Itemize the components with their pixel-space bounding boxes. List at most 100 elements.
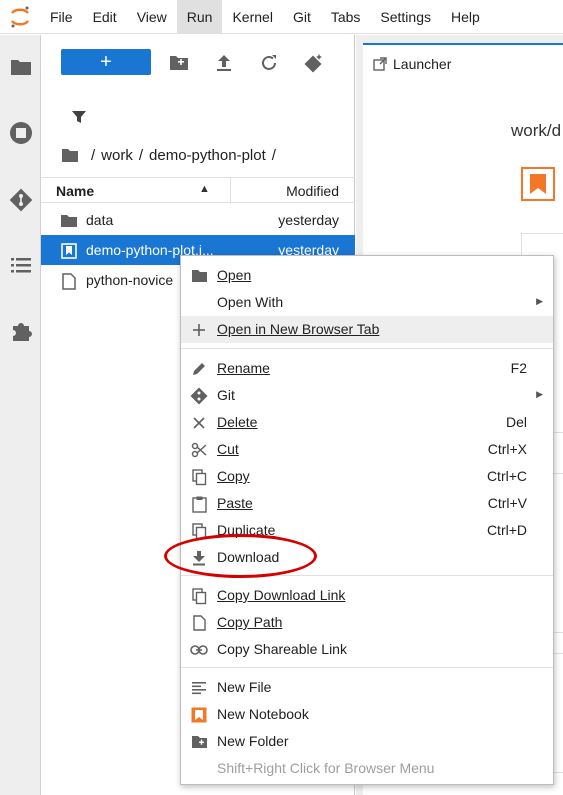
menu-item-cut[interactable]: Cut Ctrl+X [181,436,553,463]
menu-item-label: Git [217,387,235,403]
refresh-icon[interactable] [257,51,281,75]
menu-item-label: Copy [217,468,250,484]
activity-bar [0,35,41,795]
new-launcher-button[interactable]: + [61,49,151,75]
menu-item-label: Copy Shareable Link [217,641,347,657]
menu-item-label: Rename [217,360,270,376]
scissors-icon [190,441,208,459]
menu-git[interactable]: Git [283,0,321,34]
tab-launcher[interactable]: Launcher [363,43,563,83]
link-icon [190,641,208,659]
menu-item-rename[interactable]: Rename F2 [181,355,553,382]
menu-item-git[interactable]: Git ▶ [181,382,553,409]
breadcrumb-demo-python-plot[interactable]: demo-python-plot [149,147,266,164]
breadcrumb-separator: / [271,146,276,164]
menu-item-label: Open With [217,294,284,310]
menu-item-label: Copy Download Link [217,587,346,603]
text-file-icon [190,679,208,697]
copy-icon [190,587,208,605]
file-name: data [86,212,114,228]
extension-puzzle-icon[interactable] [0,311,41,351]
upload-icon[interactable] [212,51,236,75]
menu-kernel[interactable]: Kernel [222,0,282,34]
notebook-icon [60,242,78,260]
folder-icon [190,267,208,285]
column-divider[interactable] [230,178,231,204]
menu-view[interactable]: View [127,0,177,34]
menu-item-label: New Folder [217,733,289,749]
git-icon [190,387,208,405]
plus-icon: + [100,51,112,73]
file-row-data[interactable]: data yesterday [41,205,355,235]
menu-item-label: Open in New Browser Tab [217,321,380,337]
name-column-header[interactable]: Name [56,183,94,199]
table-of-contents-icon[interactable] [0,245,41,285]
menu-item-copy-download-link[interactable]: Copy Download Link [181,582,553,609]
copy-icon [190,468,208,486]
menu-item-browser-menu-hint: Shift+Right Click for Browser Menu [181,755,553,782]
git-clone-icon[interactable] [302,51,326,75]
file-list-header: Name ▲ Modified [41,177,355,204]
highlight-annotation [164,534,317,578]
menu-separator [181,667,553,668]
menu-help[interactable]: Help [441,0,490,34]
menu-settings[interactable]: Settings [370,0,441,34]
plus-icon [190,321,208,339]
file-modified: yesterday [278,212,339,228]
menu-item-label: Cut [217,441,239,457]
menu-item-shortcut: Ctrl+X [487,441,527,457]
breadcrumb-work[interactable]: work [101,147,133,164]
menu-item-new-notebook[interactable]: New Notebook [181,701,553,728]
menu-item-shortcut: Del [505,414,527,430]
menu-item-open-with[interactable]: Open With ▶ [181,289,553,316]
menubar: File Edit View Run Kernel Git Tabs Setti… [0,0,563,34]
tab-label: Launcher [393,56,452,72]
menu-item-open[interactable]: Open [181,262,553,289]
menu-item-copy[interactable]: Copy Ctrl+C [181,463,553,490]
sort-ascending-icon[interactable]: ▲ [199,183,210,195]
menu-item-label: Delete [217,414,258,430]
menu-item-paste[interactable]: Paste Ctrl+V [181,490,553,517]
launcher-path: work/d [511,121,562,140]
pencil-icon [190,360,208,378]
menu-item-shortcut: Ctrl+D [486,522,527,538]
filter-icon[interactable] [67,105,91,129]
context-menu: Open Open With ▶ Open in New Browser Tab… [180,255,554,785]
menu-item-shortcut: Ctrl+C [486,468,527,484]
new-folder-icon[interactable] [167,51,191,75]
menu-item-copy-path[interactable]: Copy Path [181,609,553,636]
file-browser-toolbar: + [41,47,355,79]
menu-item-label: Paste [217,495,253,511]
breadcrumb-separator: / [91,146,96,164]
file-icon [60,272,78,290]
menu-tabs[interactable]: Tabs [321,0,371,34]
menu-item-open-in-new-browser-tab[interactable]: Open in New Browser Tab [181,316,553,343]
git-icon[interactable] [0,180,41,220]
menu-item-new-folder[interactable]: New Folder [181,728,553,755]
menu-item-label: New Notebook [217,706,309,722]
breadcrumb: / work / demo-python-plot / [61,143,282,167]
menu-item-delete[interactable]: Delete Del [181,409,553,436]
menu-item-new-file[interactable]: New File [181,674,553,701]
menu-separator [181,348,553,349]
paste-icon [190,495,208,513]
modified-column-header[interactable]: Modified [286,183,339,199]
menu-item-shortcut: Ctrl+V [487,495,527,511]
menu-edit[interactable]: Edit [83,0,127,34]
folder-icon [60,212,78,230]
file-name: python-novice [86,272,174,288]
jupyter-logo-icon[interactable] [0,0,40,34]
folder-icon[interactable] [0,47,41,87]
stop-circle-icon[interactable] [0,113,41,153]
menu-run[interactable]: Run [176,0,223,34]
submenu-arrow-icon: ▶ [536,296,543,306]
menu-item-shortcut: F2 [510,360,527,376]
new-folder-icon [190,733,208,751]
submenu-arrow-icon: ▶ [536,389,543,399]
notebook-section-icon [521,167,555,201]
menu-item-copy-shareable-link[interactable]: Copy Shareable Link [181,636,553,663]
home-folder-icon[interactable] [61,148,79,163]
notebook-icon [190,706,208,724]
menu-file[interactable]: File [40,0,83,34]
file-icon [190,614,208,632]
